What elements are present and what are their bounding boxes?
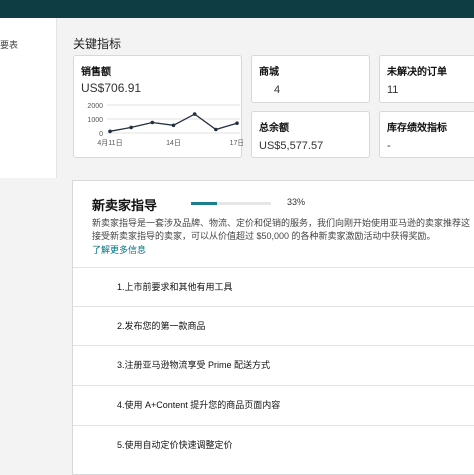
guide-progress-bar xyxy=(191,202,271,205)
chart-y-tick-label: 0 xyxy=(99,131,103,138)
chart-y-tick-label: 1000 xyxy=(87,117,103,124)
chart-data-point xyxy=(171,123,176,128)
chart-data-point xyxy=(214,127,218,132)
chart-x-tick-label: 14日 xyxy=(166,139,181,147)
guide-step-1[interactable]: 1.上市前要求和其他有用工具 xyxy=(73,267,474,305)
products-card[interactable]: 商城 4 xyxy=(251,55,370,103)
guide-step-3[interactable]: 3.注册亚马逊物流享受 Prime 配送方式 xyxy=(73,345,474,383)
inventory-performance-value: - xyxy=(387,140,391,152)
guide-progress-text: 33% xyxy=(287,197,306,207)
chart-series-line xyxy=(109,113,238,132)
balance-value: US$5,577.57 xyxy=(259,140,324,152)
products-value: 4 xyxy=(274,84,281,96)
chart-x-tick-label: 17日 xyxy=(230,139,243,147)
balance-card[interactable]: 总余额 US$5,577.57 xyxy=(251,111,370,158)
top-navigation-bar xyxy=(0,0,474,18)
inventory-performance-label: 库存绩效指标 xyxy=(387,123,447,134)
guide-step-4[interactable]: 4.使用 A+Content 提升您的商品页面内容 xyxy=(73,385,474,423)
guide-step-label: 3.注册亚马逊物流享受 Prime 配送方式 xyxy=(117,360,271,370)
open-orders-label: 未解决的订单 xyxy=(387,67,447,78)
chart-data-point xyxy=(129,125,133,130)
guide-description-line-2: 接受新卖家指导的卖家，可以从价值超过 $50,000 的各种新卖家激励活动中获得… xyxy=(92,231,436,241)
guide-progress-fill xyxy=(191,202,218,205)
guide-step-2[interactable]: 2.发布您的第一款商品 xyxy=(73,306,474,344)
new-seller-guide: 新卖家指导 33% 新卖家指导是一套涉及品牌、物流、定价和促销的服务，我们向刚开… xyxy=(72,180,474,475)
key-metrics-title: 关键指标 xyxy=(73,37,122,51)
chart-data-point xyxy=(192,112,197,116)
guide-step-5[interactable]: 5.使用自动定价快速调整定价 xyxy=(73,425,474,463)
guide-description-line-1: 新卖家指导是一套涉及品牌、物流、定价和促销的服务，我们向刚开始使用亚马逊的卖家推… xyxy=(92,218,471,228)
balance-label: 总余额 xyxy=(259,123,289,134)
products-label: 商城 xyxy=(259,67,279,78)
guide-title: 新卖家指导 xyxy=(92,198,158,213)
sales-card[interactable]: 销售额 US$706.91 0 1000 2000 4月11日 14日 17日 xyxy=(73,55,243,158)
chart-y-tick-label: 2000 xyxy=(87,103,103,110)
open-orders-card[interactable]: 未解决的订单 11 xyxy=(379,55,474,103)
guide-step-label: 4.使用 A+Content 提升您的商品页面内容 xyxy=(117,400,281,410)
sales-chart: 0 1000 2000 4月11日 14日 17日 xyxy=(87,103,243,147)
learn-more-link[interactable]: 了解更多信息 xyxy=(92,243,146,256)
chart-data-point xyxy=(108,129,112,134)
guide-step-label: 1.上市前要求和其他有用工具 xyxy=(117,282,233,292)
inventory-performance-card[interactable]: 库存绩效指标 - xyxy=(379,111,474,158)
sidebar-item-dashboard[interactable]: 要表 xyxy=(0,38,18,51)
chart-data-point xyxy=(150,120,155,125)
guide-step-label: 5.使用自动定价快速调整定价 xyxy=(117,440,233,450)
open-orders-value: 11 xyxy=(387,84,399,96)
guide-description: 新卖家指导是一套涉及品牌、物流、定价和促销的服务，我们向刚开始使用亚马逊的卖家推… xyxy=(92,217,474,243)
chart-data-point xyxy=(235,121,239,125)
sidebar: 要表 xyxy=(0,18,57,178)
guide-step-label: 2.发布您的第一款商品 xyxy=(117,321,206,331)
chart-x-tick-label: 4月11日 xyxy=(97,139,122,147)
